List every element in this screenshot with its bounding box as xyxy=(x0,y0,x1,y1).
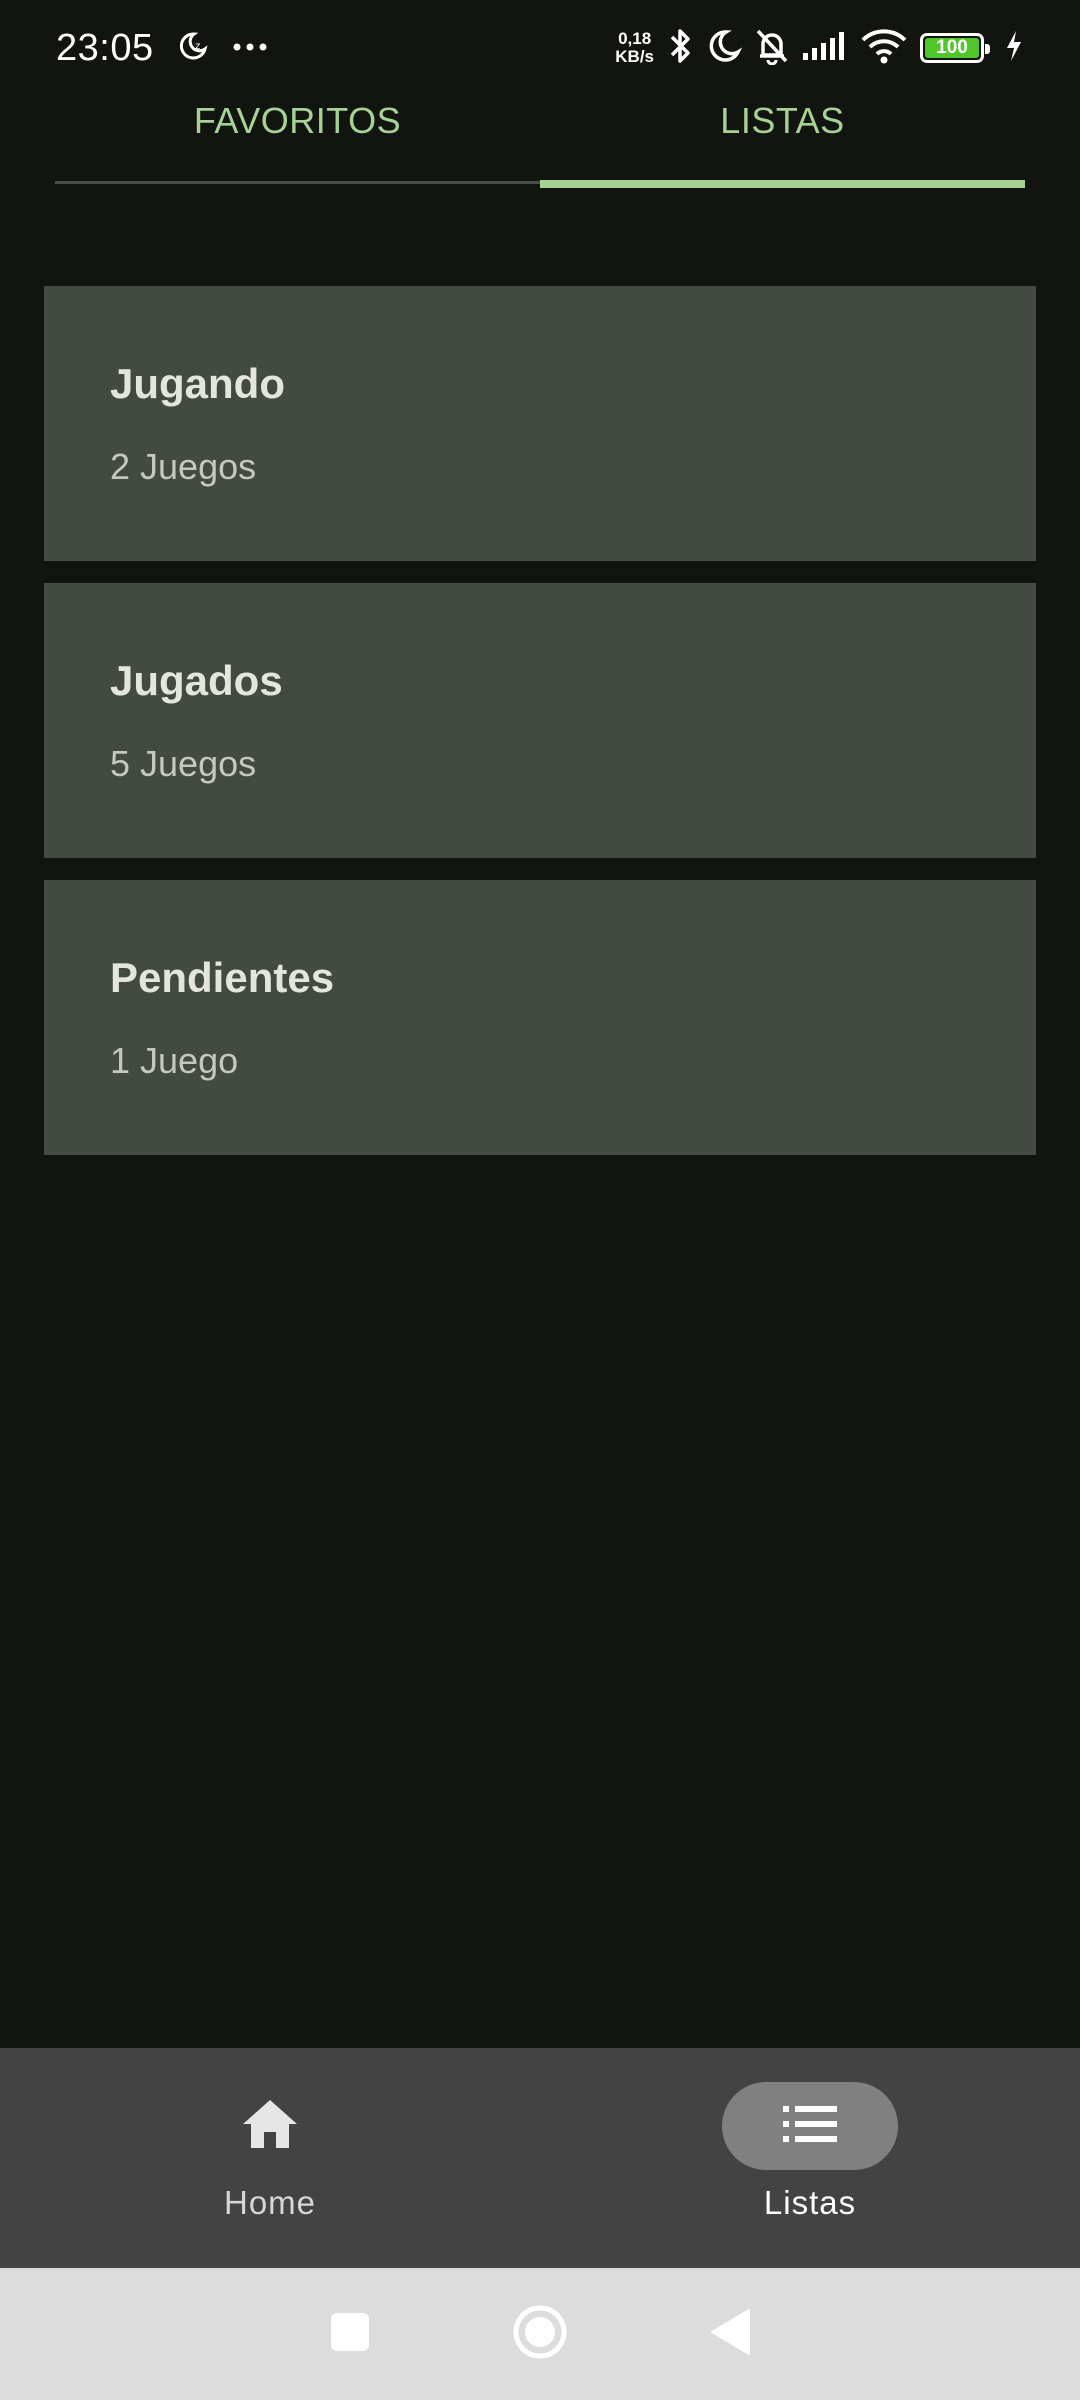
nav-home-indicator xyxy=(182,2082,358,2170)
back-button[interactable] xyxy=(700,2304,760,2364)
list-icon xyxy=(783,2105,837,2147)
nav-home[interactable]: Home xyxy=(0,2048,540,2268)
game-lists: Jugando 2 Juegos Jugados 5 Juegos Pendie… xyxy=(44,286,1036,1155)
nav-label: Home xyxy=(223,2184,317,2221)
home-circle-icon xyxy=(512,2304,568,2365)
signal-icon xyxy=(802,31,848,66)
list-card-jugados[interactable]: Jugados 5 Juegos xyxy=(44,583,1036,858)
status-bar: 23:05 z 0,18 KB/s 100 xyxy=(0,0,1080,96)
recents-button[interactable] xyxy=(320,2304,380,2364)
battery-level: 100 xyxy=(936,37,968,58)
network-speed-unit: KB/s xyxy=(615,47,654,66)
system-navigation-bar xyxy=(0,2268,1080,2400)
list-title: Jugados xyxy=(110,657,283,704)
system-home-button[interactable] xyxy=(510,2304,570,2364)
back-icon xyxy=(709,2308,751,2361)
list-count: 5 Juegos xyxy=(110,743,257,784)
muted-bell-icon xyxy=(754,27,790,70)
status-left: 23:05 z xyxy=(56,27,268,70)
tab-favoritos[interactable]: FAVORITOS xyxy=(55,88,540,188)
nav-listas-indicator xyxy=(722,2082,898,2170)
list-card-jugando[interactable]: Jugando 2 Juegos xyxy=(44,286,1036,561)
list-card-pendientes[interactable]: Pendientes 1 Juego xyxy=(44,880,1036,1155)
do-not-disturb-moon-icon xyxy=(706,28,743,69)
app-screen: 23:05 z 0,18 KB/s 100 FAVORITOS LISTAS J… xyxy=(0,0,1080,2400)
tab-listas[interactable]: LISTAS xyxy=(540,88,1025,188)
svg-text:z: z xyxy=(195,41,200,52)
list-title: Pendientes xyxy=(110,954,335,1001)
clock: 23:05 xyxy=(56,26,154,69)
nav-listas[interactable]: Listas xyxy=(540,2048,1080,2268)
list-title: Jugando xyxy=(110,360,285,407)
home-icon xyxy=(241,2098,299,2155)
wifi-icon xyxy=(860,28,908,69)
bottom-navigation: Home Listas xyxy=(0,2048,1080,2268)
status-right: 0,18 KB/s 100 xyxy=(615,27,1024,70)
list-count: 1 Juego xyxy=(110,1040,239,1081)
tab-label: FAVORITOS xyxy=(193,100,402,141)
network-speed-value: 0,18 xyxy=(618,29,652,48)
battery-indicator: 100 xyxy=(920,33,990,63)
tab-label: LISTAS xyxy=(720,100,845,141)
bedtime-icon: z xyxy=(176,29,210,68)
charging-icon xyxy=(1004,30,1024,67)
list-count: 2 Juegos xyxy=(110,446,257,487)
network-speed: 0,18 KB/s xyxy=(615,30,654,66)
recents-icon xyxy=(330,2312,370,2357)
tab-bar: FAVORITOS LISTAS xyxy=(55,88,1025,188)
more-notifications-icon xyxy=(232,39,268,57)
nav-label: Listas xyxy=(763,2184,857,2221)
bluetooth-icon xyxy=(666,27,694,70)
